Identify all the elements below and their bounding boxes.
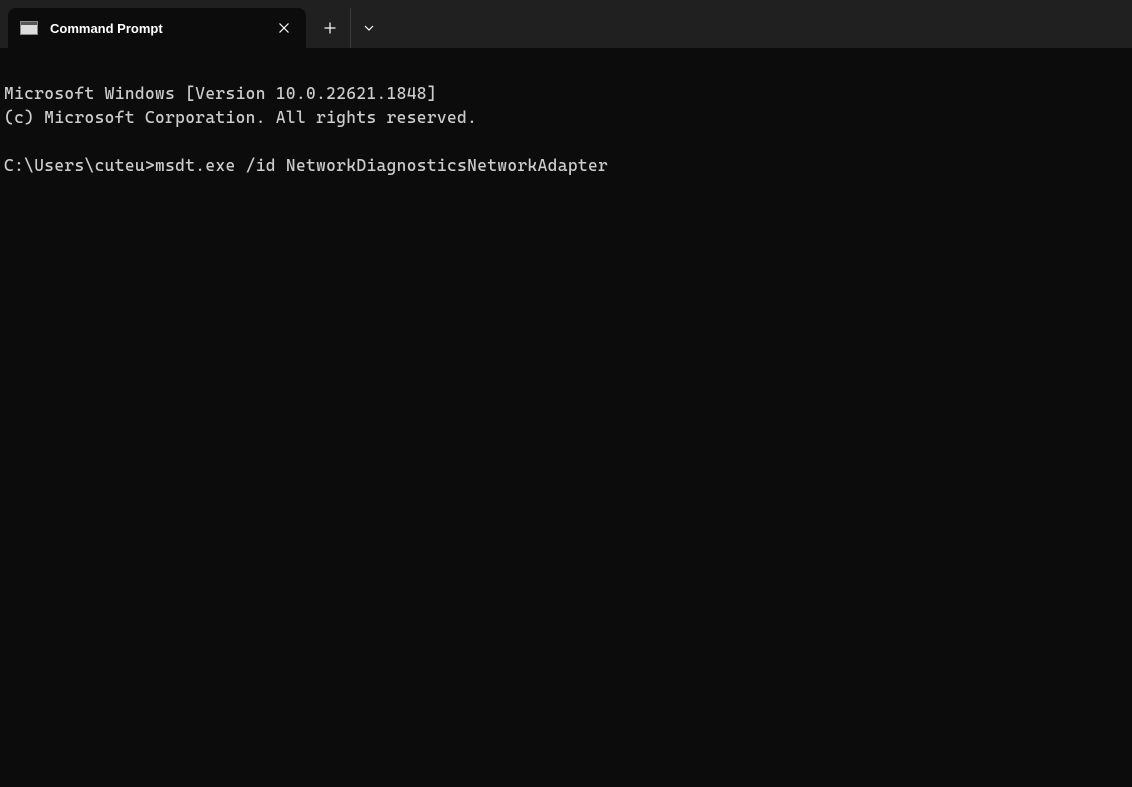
new-tab-button[interactable] bbox=[312, 8, 348, 48]
tab-title: Command Prompt bbox=[50, 21, 274, 36]
prompt-line: C:\Users\cuteu>msdt.exe /id NetworkDiagn… bbox=[4, 154, 1128, 178]
prompt-path: C:\Users\cuteu> bbox=[4, 154, 155, 178]
close-icon bbox=[279, 23, 289, 33]
plus-icon bbox=[324, 22, 336, 34]
cmd-icon bbox=[20, 21, 38, 35]
command-text: msdt.exe /id NetworkDiagnosticsNetworkAd… bbox=[155, 154, 608, 178]
titlebar: Command Prompt bbox=[0, 0, 1132, 48]
copyright-line: (c) Microsoft Corporation. All rights re… bbox=[4, 108, 477, 127]
close-tab-button[interactable] bbox=[274, 18, 294, 38]
chevron-down-icon bbox=[363, 22, 375, 34]
terminal-output[interactable]: Microsoft Windows [Version 10.0.22621.18… bbox=[0, 48, 1132, 206]
terminal-tab[interactable]: Command Prompt bbox=[8, 8, 306, 48]
version-line: Microsoft Windows [Version 10.0.22621.18… bbox=[4, 84, 437, 103]
tab-dropdown-button[interactable] bbox=[350, 8, 386, 48]
